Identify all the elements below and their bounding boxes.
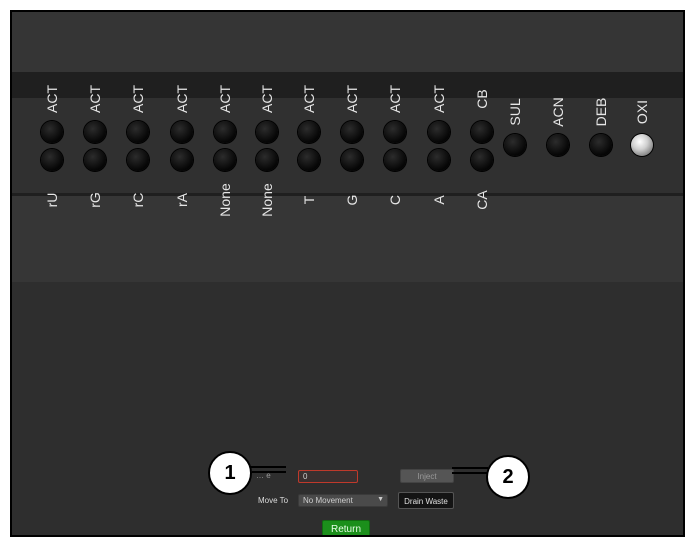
- valve-indicator[interactable]: [256, 121, 278, 143]
- valve-indicator[interactable]: [171, 121, 193, 143]
- inject-button[interactable]: Inject: [400, 469, 454, 483]
- valve-top-label: ACT: [217, 85, 233, 113]
- valve-indicator[interactable]: [171, 149, 193, 171]
- valve-top-label: ACT: [44, 85, 60, 113]
- reagent-indicator[interactable]: [547, 134, 569, 156]
- valve-top-label: ACT: [387, 85, 403, 113]
- valve-indicator[interactable]: [214, 121, 236, 143]
- valve-top-label: CB: [474, 89, 490, 109]
- valve-indicator[interactable]: [384, 149, 406, 171]
- valve-top-label: ACT: [344, 85, 360, 113]
- valve-indicator[interactable]: [428, 149, 450, 171]
- top-band: [12, 12, 683, 72]
- valve-indicator[interactable]: [471, 121, 493, 143]
- valve-indicator[interactable]: [298, 149, 320, 171]
- valve-indicator[interactable]: [127, 149, 149, 171]
- callout-2-leader-2: [452, 472, 488, 474]
- valve-top-label: ACT: [259, 85, 275, 113]
- valve-top-label: ACT: [130, 85, 146, 113]
- synthesizer-screen: ACT rU ACT rG ACT rC ACT rA ACT None ACT None ACT T AC…: [10, 10, 685, 537]
- valve-bottom-label: rU: [44, 192, 60, 208]
- valve-indicator[interactable]: [84, 121, 106, 143]
- valve-indicator[interactable]: [214, 149, 236, 171]
- valve-indicator[interactable]: [298, 121, 320, 143]
- move-to-value: No Movement: [303, 496, 353, 505]
- reagent-indicator[interactable]: [504, 134, 526, 156]
- valve-bottom-label: CA: [474, 190, 490, 210]
- valve-indicator[interactable]: [428, 121, 450, 143]
- move-to-select[interactable]: No Movement ▼: [298, 494, 388, 507]
- valve-top-label: ACT: [431, 85, 447, 113]
- valve-bottom-label: T: [301, 195, 317, 205]
- drain-waste-button[interactable]: Drain Waste: [398, 492, 454, 509]
- reagent-label: SUL: [507, 98, 523, 126]
- lower-band: [12, 196, 683, 282]
- reagent-label: ACN: [550, 97, 566, 127]
- volume-input[interactable]: 0: [298, 470, 358, 483]
- valve-indicator[interactable]: [84, 149, 106, 171]
- valve-indicator[interactable]: [127, 121, 149, 143]
- reagent-label: DEB: [593, 97, 609, 127]
- callout-1: 1: [208, 451, 252, 495]
- valve-bottom-label: None: [217, 183, 233, 217]
- valve-bottom-label: G: [344, 194, 360, 206]
- valve-bottom-label: C: [387, 194, 403, 206]
- valve-indicator[interactable]: [41, 149, 63, 171]
- valve-indicator[interactable]: [256, 149, 278, 171]
- valve-indicator[interactable]: [41, 121, 63, 143]
- valve-top-label: ACT: [174, 85, 190, 113]
- callout-1-leader: [250, 466, 286, 468]
- reagent-indicator[interactable]: [590, 134, 612, 156]
- callout-1-leader-2: [252, 471, 286, 473]
- valve-indicator[interactable]: [471, 149, 493, 171]
- valve-indicator[interactable]: [384, 121, 406, 143]
- reagent-indicator[interactable]: [631, 134, 653, 156]
- valve-bottom-label: rA: [174, 193, 190, 207]
- valve-indicator[interactable]: [341, 149, 363, 171]
- valve-top-label: ACT: [87, 85, 103, 113]
- move-to-label: Move To: [258, 496, 289, 505]
- volume-value: 0: [303, 472, 308, 481]
- valve-bottom-label: A: [431, 195, 447, 205]
- valve-bottom-label: rG: [87, 192, 103, 208]
- valve-bottom-label: rC: [130, 192, 146, 208]
- valve-top-label: ACT: [301, 85, 317, 113]
- chevron-down-icon: ▼: [377, 496, 384, 503]
- valve-bottom-label: None: [259, 183, 275, 217]
- callout-2: 2: [486, 455, 530, 499]
- callout-2-leader: [452, 467, 488, 469]
- valve-indicator[interactable]: [341, 121, 363, 143]
- return-button[interactable]: Return: [322, 520, 370, 535]
- reagent-label: OXI: [634, 99, 650, 125]
